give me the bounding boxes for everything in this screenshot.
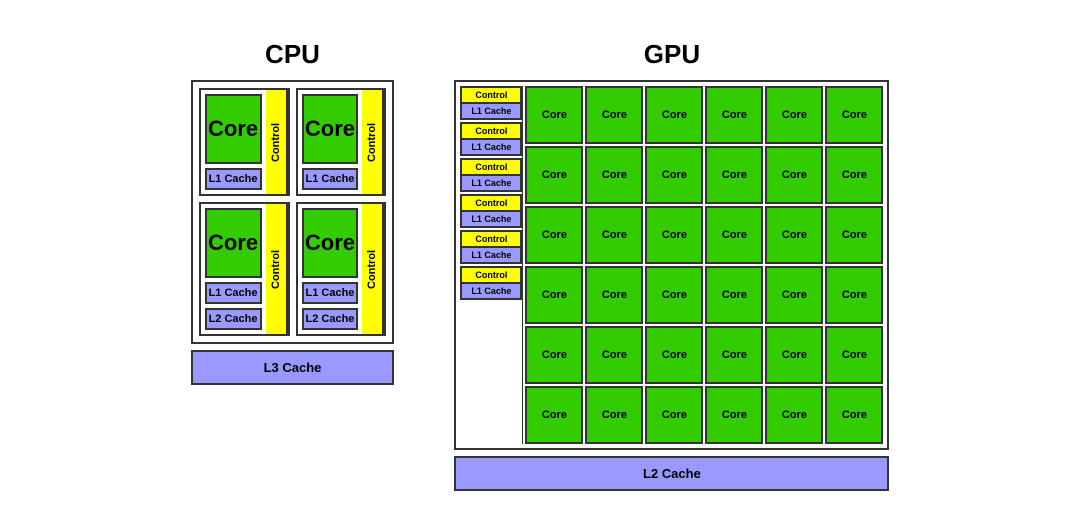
gpu-l1-2: L1 Cache <box>461 175 521 191</box>
gpu-l1-4: L1 Cache <box>461 247 521 263</box>
gpu-core-0-5: Core <box>825 86 883 144</box>
gpu-core-5-5: Core <box>825 386 883 444</box>
cpu-core-main-2: Core L1 Cache L2 Cache <box>201 204 266 334</box>
cpu-core-block-0: Core L1 Cache Control <box>199 88 290 196</box>
gpu-core-0-4: Core <box>765 86 823 144</box>
cpu-l3cache: L3 Cache <box>191 350 395 385</box>
gpu-core-5-4: Core <box>765 386 823 444</box>
cpu-l1cache-2: L1 Cache <box>205 282 262 304</box>
cpu-l1cache-0: L1 Cache <box>205 168 262 190</box>
gpu-l2cache: L2 Cache <box>454 456 889 491</box>
gpu-cores-col: Core Core Core Core Core Core Core Core … <box>525 86 883 444</box>
cpu-core-main-1: Core L1 Cache <box>298 90 363 194</box>
cpu-core-label-0: Core <box>205 94 262 164</box>
gpu-control-2: Control <box>461 159 521 175</box>
gpu-core-2-2: Core <box>645 206 703 264</box>
cpu-core-block-3: Core L1 Cache L2 Cache Control <box>296 202 387 336</box>
gpu-core-4-4: Core <box>765 326 823 384</box>
gpu-core-5-1: Core <box>585 386 643 444</box>
gpu-section: GPU Control L1 Cache Control L1 Cache Co… <box>454 39 889 491</box>
gpu-core-5-3: Core <box>705 386 763 444</box>
gpu-inner: Control L1 Cache Control L1 Cache Contro… <box>454 80 889 450</box>
gpu-core-1-2: Core <box>645 146 703 204</box>
gpu-core-4-3: Core <box>705 326 763 384</box>
gpu-cores-row-2: Core Core Core Core Core Core <box>525 206 883 264</box>
cpu-core-label-2: Core <box>205 208 262 278</box>
gpu-row-ctrl-1: Control L1 Cache <box>460 122 522 156</box>
gpu-core-3-3: Core <box>705 266 763 324</box>
gpu-core-4-0: Core <box>525 326 583 384</box>
gpu-diagram: Control L1 Cache Control L1 Cache Contro… <box>454 80 889 491</box>
gpu-l1-0: L1 Cache <box>461 103 521 119</box>
gpu-core-0-0: Core <box>525 86 583 144</box>
gpu-row-ctrl-2: Control L1 Cache <box>460 158 522 192</box>
gpu-row-ctrl-3: Control L1 Cache <box>460 194 522 228</box>
gpu-core-2-3: Core <box>705 206 763 264</box>
cpu-l1cache-1: L1 Cache <box>302 168 359 190</box>
cpu-l1cache-3: L1 Cache <box>302 282 359 304</box>
gpu-core-3-2: Core <box>645 266 703 324</box>
gpu-control-1: Control <box>461 123 521 139</box>
cpu-section: CPU Core L1 Cache Control Core L1 Cache <box>191 39 395 385</box>
gpu-core-3-4: Core <box>765 266 823 324</box>
gpu-core-1-1: Core <box>585 146 643 204</box>
gpu-cores-row-5: Core Core Core Core Core Core <box>525 386 883 444</box>
gpu-control-0: Control <box>461 87 521 103</box>
cpu-l2cache-3: L2 Cache <box>302 308 359 330</box>
cpu-core-label-3: Core <box>302 208 359 278</box>
cpu-l2cache-2: L2 Cache <box>205 308 262 330</box>
gpu-core-4-5: Core <box>825 326 883 384</box>
gpu-core-5-0: Core <box>525 386 583 444</box>
gpu-core-1-4: Core <box>765 146 823 204</box>
cpu-title: CPU <box>265 39 320 70</box>
gpu-core-3-1: Core <box>585 266 643 324</box>
gpu-core-4-2: Core <box>645 326 703 384</box>
gpu-row-ctrl-5: Control L1 Cache <box>460 266 522 300</box>
cpu-control-3: Control <box>362 204 384 334</box>
gpu-core-1-3: Core <box>705 146 763 204</box>
gpu-row-ctrl-0: Control L1 Cache <box>460 86 522 120</box>
gpu-l1-1: L1 Cache <box>461 139 521 155</box>
cpu-core-block-1: Core L1 Cache Control <box>296 88 387 196</box>
cpu-cores-grid: Core L1 Cache Control Core L1 Cache Cont… <box>191 80 395 344</box>
gpu-control-5: Control <box>461 267 521 283</box>
gpu-row-ctrl-4: Control L1 Cache <box>460 230 522 264</box>
gpu-core-3-0: Core <box>525 266 583 324</box>
cpu-core-main-3: Core L1 Cache L2 Cache <box>298 204 363 334</box>
cpu-core-label-1: Core <box>302 94 359 164</box>
cpu-control-2: Control <box>266 204 288 334</box>
gpu-cores-row-0: Core Core Core Core Core Core <box>525 86 883 144</box>
gpu-core-4-1: Core <box>585 326 643 384</box>
gpu-l1-3: L1 Cache <box>461 211 521 227</box>
gpu-cores-row-1: Core Core Core Core Core Core <box>525 146 883 204</box>
gpu-core-1-5: Core <box>825 146 883 204</box>
cpu-control-1: Control <box>362 90 384 194</box>
cpu-core-main-0: Core L1 Cache <box>201 90 266 194</box>
cpu-core-block-2: Core L1 Cache L2 Cache Control <box>199 202 290 336</box>
gpu-core-5-2: Core <box>645 386 703 444</box>
gpu-core-0-2: Core <box>645 86 703 144</box>
gpu-core-3-5: Core <box>825 266 883 324</box>
gpu-left-col: Control L1 Cache Control L1 Cache Contro… <box>460 86 523 444</box>
cpu-diagram: Core L1 Cache Control Core L1 Cache Cont… <box>191 80 395 385</box>
gpu-cores-row-4: Core Core Core Core Core Core <box>525 326 883 384</box>
gpu-core-2-4: Core <box>765 206 823 264</box>
gpu-cores-row-3: Core Core Core Core Core Core <box>525 266 883 324</box>
gpu-l1-5: L1 Cache <box>461 283 521 299</box>
gpu-core-2-1: Core <box>585 206 643 264</box>
gpu-control-4: Control <box>461 231 521 247</box>
gpu-core-0-3: Core <box>705 86 763 144</box>
gpu-core-2-5: Core <box>825 206 883 264</box>
gpu-title: GPU <box>644 39 700 70</box>
gpu-core-2-0: Core <box>525 206 583 264</box>
gpu-core-0-1: Core <box>585 86 643 144</box>
cpu-control-0: Control <box>266 90 288 194</box>
main-container: CPU Core L1 Cache Control Core L1 Cache <box>151 19 930 511</box>
gpu-core-1-0: Core <box>525 146 583 204</box>
gpu-control-3: Control <box>461 195 521 211</box>
